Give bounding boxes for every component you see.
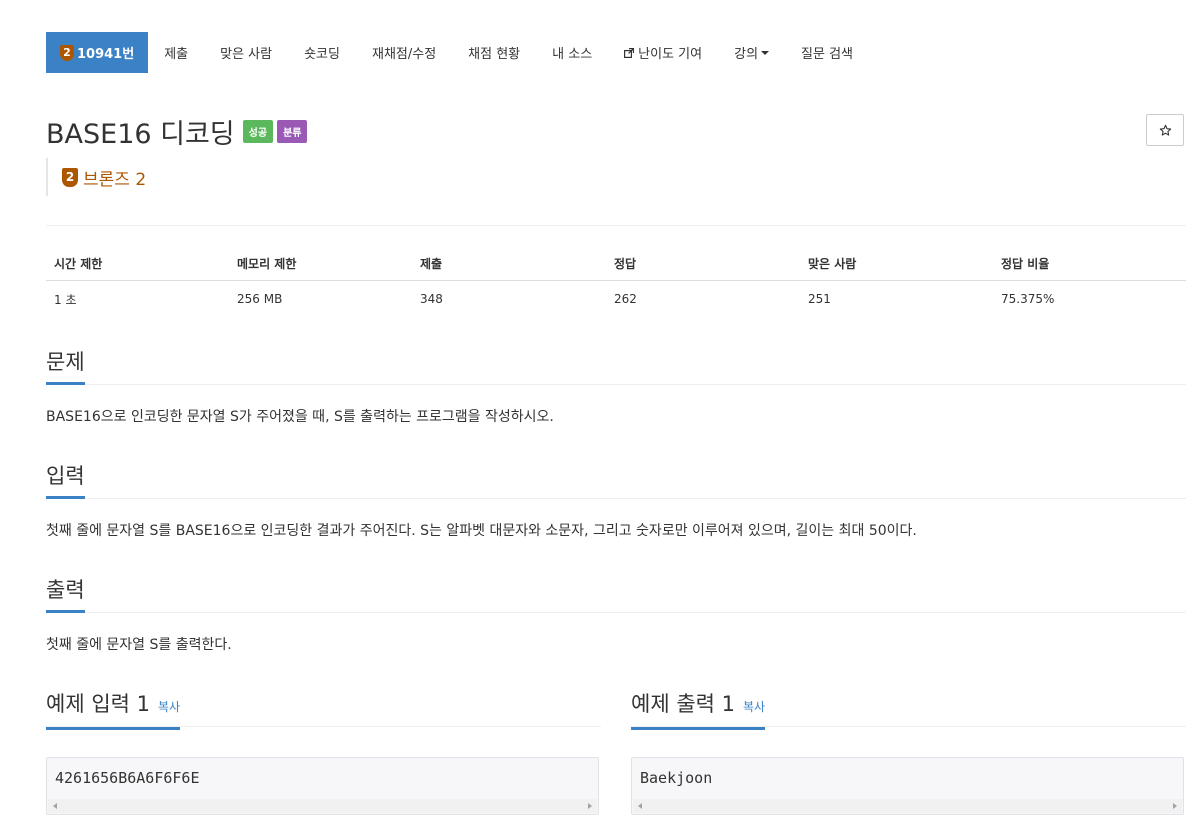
problem-title: BASE16 디코딩 <box>46 119 235 150</box>
bronze-tier-icon: 2 <box>60 44 74 61</box>
table-row: 1 초 256 MB 348 262 251 75.375% <box>46 281 1186 318</box>
nav-lectures-dropdown[interactable]: 강의 <box>718 32 785 73</box>
header-memory-limit: 메모리 제한 <box>229 246 412 281</box>
output-description: 첫째 줄에 문자열 S를 출력한다. <box>46 637 232 653</box>
section-header: 입력 <box>46 462 1186 499</box>
problem-description: BASE16으로 인코딩한 문자열 S가 주어졌을 때, S를 출력하는 프로그… <box>46 409 554 425</box>
section-title: 예제 출력 1 복사 <box>631 690 766 730</box>
time-limit-value: 1 초 <box>54 292 77 307</box>
nav-lectures-label: 강의 <box>734 47 759 62</box>
sample-output-section: 예제 출력 1 복사 Baekjoon <box>631 690 1186 815</box>
problem-info-table: 시간 제한 메모리 제한 제출 정답 맞은 사람 정답 비율 1 초 256 M… <box>46 246 1186 317</box>
header-accepted: 정답 <box>606 246 800 281</box>
sample-input-section: 예제 입력 1 복사 4261656B6A6F6F6E <box>46 690 601 815</box>
nav-difficulty-contribute[interactable]: 난이도 기여 <box>608 32 718 73</box>
input-description: 첫째 줄에 문자열 S를 BASE16으로 인코딩한 결과가 주어진다. S는 … <box>46 523 917 539</box>
horizontal-scrollbar[interactable] <box>48 799 597 813</box>
section-title: 예제 입력 1 복사 <box>46 690 181 730</box>
nav-accepted-users[interactable]: 맞은 사람 <box>204 32 288 73</box>
nav-rejudge[interactable]: 재채점/수정 <box>356 32 452 73</box>
header-time-limit: 시간 제한 <box>46 246 229 281</box>
nav-submit[interactable]: 제출 <box>148 32 204 73</box>
external-link-icon <box>624 47 635 58</box>
scroll-left-icon[interactable] <box>638 803 642 809</box>
nav-question-search[interactable]: 질문 검색 <box>785 32 869 73</box>
horizontal-scrollbar[interactable] <box>633 799 1182 813</box>
section-header: 문제 <box>46 348 1186 385</box>
nav-short-coding[interactable]: 숏코딩 <box>288 32 356 73</box>
scroll-right-icon[interactable] <box>1173 803 1177 809</box>
sample-output-title: 예제 출력 1 <box>631 692 735 716</box>
section-header: 예제 출력 1 복사 <box>631 690 1186 730</box>
sample-input-box[interactable]: 4261656B6A6F6F6E <box>46 757 599 815</box>
star-icon <box>1159 124 1171 136</box>
sample-input-value: 4261656B6A6F6F6E <box>55 769 200 787</box>
problem-menu: 2 10941번 제출 맞은 사람 숏코딩 재채점/수정 채점 현황 내 소스 … <box>46 32 869 73</box>
submissions-value: 348 <box>420 292 443 306</box>
sample-output-value: Baekjoon <box>640 769 713 787</box>
section-title: 문제 <box>46 348 85 385</box>
problem-header: BASE16 디코딩 성공 분류 <box>46 112 308 151</box>
header-accept-rate: 정답 비율 <box>993 246 1186 281</box>
output-section: 출력 첫째 줄에 문자열 S를 출력한다. <box>46 576 1186 655</box>
copy-input-button[interactable]: 복사 <box>158 700 180 714</box>
sample-output-box[interactable]: Baekjoon <box>631 757 1184 815</box>
nav-status[interactable]: 채점 현황 <box>452 32 536 73</box>
section-title: 입력 <box>46 462 85 499</box>
solved-badge: 성공 <box>242 120 274 143</box>
section-title: 출력 <box>46 576 85 613</box>
section-header: 출력 <box>46 576 1186 613</box>
nav-problem-id[interactable]: 2 10941번 <box>46 32 149 73</box>
accept-rate-value: 75.375% <box>1001 292 1055 306</box>
nav-my-source[interactable]: 내 소스 <box>536 32 608 73</box>
divider <box>46 225 1186 226</box>
nav-problem-id-label: 10941번 <box>77 47 135 62</box>
bronze-tier-icon: 2 <box>62 167 78 187</box>
header-submissions: 제출 <box>412 246 606 281</box>
accepted-value: 262 <box>614 292 637 306</box>
problem-description-section: 문제 BASE16으로 인코딩한 문자열 S가 주어졌을 때, S를 출력하는 … <box>46 348 1186 427</box>
section-header: 예제 입력 1 복사 <box>46 690 601 730</box>
favorite-star-button[interactable] <box>1146 114 1184 146</box>
header-accepted-users: 맞은 사람 <box>800 246 993 281</box>
accepted-users-value: 251 <box>808 292 831 306</box>
input-section: 입력 첫째 줄에 문자열 S를 BASE16으로 인코딩한 결과가 주어진다. … <box>46 462 1186 541</box>
memory-limit-value: 256 MB <box>237 292 283 306</box>
copy-output-button[interactable]: 복사 <box>743 700 765 714</box>
sample-input-title: 예제 입력 1 <box>46 692 150 716</box>
scroll-right-icon[interactable] <box>588 803 592 809</box>
tier-name: 브론즈 2 <box>83 169 147 190</box>
caret-down-icon <box>761 50 770 55</box>
nav-difficulty-label: 난이도 기여 <box>638 47 703 62</box>
scroll-left-icon[interactable] <box>53 803 57 809</box>
table-header-row: 시간 제한 메모리 제한 제출 정답 맞은 사람 정답 비율 <box>46 246 1186 281</box>
category-badge[interactable]: 분류 <box>277 120 308 143</box>
problem-tier[interactable]: 2 브론즈 2 <box>46 158 146 196</box>
